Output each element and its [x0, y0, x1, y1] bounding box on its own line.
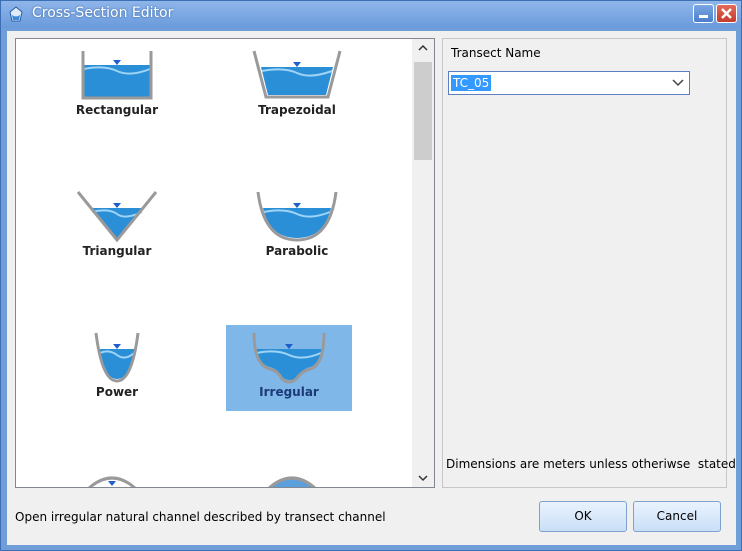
ok-button[interactable]: OK [539, 501, 627, 532]
chevron-down-icon[interactable] [670, 75, 686, 91]
shape-label: Rectangular [75, 103, 159, 117]
shape-tile-irregular[interactable]: Irregular [226, 325, 352, 411]
vertical-scrollbar[interactable] [412, 39, 434, 487]
shape-list[interactable]: Rectangular Trapezoidal Triangular Parab… [15, 38, 435, 488]
shape-label: Trapezoidal [258, 103, 336, 117]
circular-channel-icon [88, 476, 136, 487]
shape-label: Triangular [82, 244, 152, 258]
scroll-down-button[interactable] [412, 470, 434, 487]
shape-tile-trapezoidal[interactable]: Trapezoidal [234, 43, 360, 129]
shape-tile-power[interactable]: Power [54, 325, 180, 411]
scrollbar-thumb[interactable] [414, 62, 432, 160]
minimize-button[interactable] [693, 4, 714, 23]
rectangular-channel-icon [81, 51, 153, 100]
irregular-channel-icon [252, 332, 326, 384]
shape-label: Parabolic [265, 244, 329, 258]
chevron-down-icon [418, 475, 428, 482]
close-icon [721, 8, 732, 19]
app-icon [9, 6, 23, 22]
shape-description: Open irregular natural channel described… [15, 510, 386, 524]
shape-tile-parabolic[interactable]: Parabolic [234, 184, 360, 270]
cancel-button[interactable]: Cancel [633, 501, 721, 532]
transect-name-label: Transect Name [451, 46, 541, 60]
shape-tile-rectangular[interactable]: Rectangular [54, 43, 180, 129]
close-button[interactable] [716, 4, 737, 23]
dimensions-note: Dimensions are meters unless otheriwse s… [446, 457, 736, 471]
shape-label: Power [95, 385, 139, 399]
minimize-icon [699, 15, 708, 18]
transect-panel: Transect Name TC_05 Dimensions are meter… [442, 38, 736, 488]
transect-name-select[interactable]: TC_05 [448, 71, 690, 95]
cross-section-editor-window: Cross-Section Editor Rectangular Trapezo… [0, 0, 742, 551]
filled-circular-channel-icon [268, 476, 316, 487]
shape-label: Irregular [259, 385, 319, 399]
triangular-channel-icon [76, 191, 158, 243]
title-bar: Cross-Section Editor [1, 1, 741, 28]
transect-name-value: TC_05 [451, 75, 492, 91]
scroll-up-button[interactable] [412, 39, 434, 56]
parabolic-channel-icon [256, 191, 338, 242]
shape-tile-triangular[interactable]: Triangular [54, 184, 180, 270]
dialog-body: Rectangular Trapezoidal Triangular Parab… [7, 31, 736, 545]
trapezoidal-channel-icon [252, 50, 342, 99]
window-title: Cross-Section Editor [32, 5, 174, 21]
chevron-up-icon [418, 44, 428, 51]
power-channel-icon [94, 332, 140, 383]
